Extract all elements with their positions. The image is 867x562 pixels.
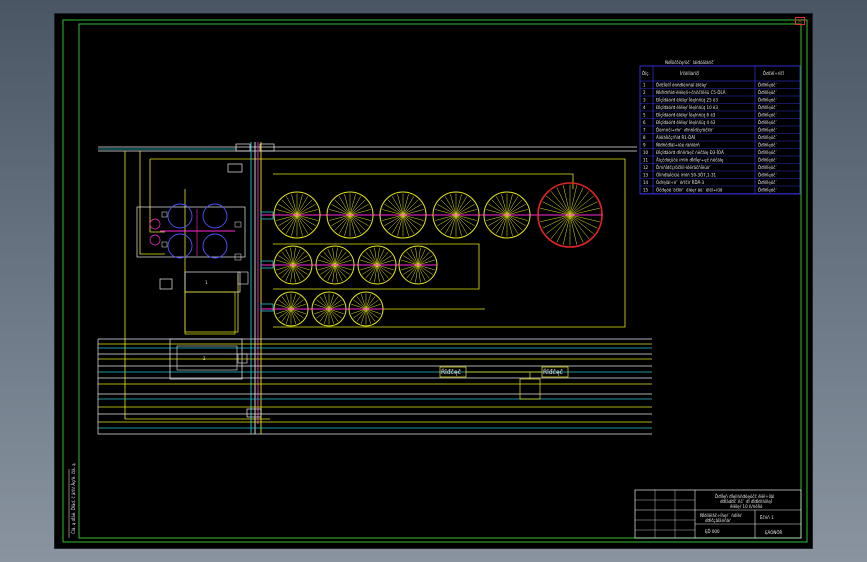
spec-row-note: Ďđîňĺęöč˙ xyxy=(758,105,777,110)
spec-row-name: Ďđčĺěíîĺ óńňđîéńňâî ěîëîęŕ xyxy=(656,83,707,88)
spec-row-pos: 1 xyxy=(643,83,646,88)
spec-row-pos: 12 xyxy=(643,165,649,170)
spec-row-note: Ďđîňĺęöč˙ xyxy=(758,173,777,178)
spec-row-note: Ďđîňĺęöč˙ xyxy=(758,90,777,95)
spec-row-pos: 15 xyxy=(643,188,649,193)
tank-25m3-3[interactable] xyxy=(379,191,427,239)
spec-row-note: Ďđîňĺęöč˙ xyxy=(758,188,777,193)
title-sheet: Ëčńň 1 xyxy=(760,515,774,520)
valve-mid-1[interactable] xyxy=(227,163,243,173)
pipe-yellow-loop-8 xyxy=(184,189,239,333)
spec-row-name: Đĺçĺđâóŕđ ěîëîęŕ ĺěęîńňüţ 25 ě3 xyxy=(656,98,718,103)
spec-row-name: Öĺíňđîáĺćíűé íŕńîń 50-3Ö7,1-31 xyxy=(656,173,716,178)
spec-row-pos: 13 xyxy=(643,173,649,178)
pipe-yellow-loop-5 xyxy=(273,173,574,189)
spec-row-pos: 2 xyxy=(643,90,646,95)
tank-support xyxy=(184,291,236,335)
tank-25m3-5[interactable] xyxy=(483,191,531,239)
title-name2: ďđîčçâîäńňâŕ xyxy=(705,518,731,523)
tank-25m3-2[interactable] xyxy=(326,191,374,239)
spec-row-name: Óďŕęîâî÷íŕ˙ ěŕřčíŕ ŔĎÄ-3 xyxy=(656,180,705,185)
spec-row-name: Đĺçĺđâóŕđ ďîńňŕâęč ńëčâîę Đ3-ÎÓĂ xyxy=(656,150,724,155)
spec-row-name: Ďŕńňĺđčçŕöčîííî-îőëŕäčňĺëüíŕ˙ xyxy=(656,165,712,170)
pump-right-label: Ŕîđčęč xyxy=(543,368,563,376)
spec-row-note: Ďđîňĺęöč˙ xyxy=(758,98,777,103)
spec-header-pos: Ďîç. xyxy=(642,71,650,76)
spec-row-name: Đĺçĺđâóŕđ ěîëîęŕ ĺěęîńňüţ 6 ě3 xyxy=(656,113,716,118)
tank-10m3-4[interactable] xyxy=(398,245,438,285)
spec-row-note: Ďđîňĺęöč˙ xyxy=(758,165,777,170)
spec-header-name: Íŕčěĺíîâŕíčĺ xyxy=(680,71,700,76)
spec-title: Ńďĺöčôčęŕöč˙ îáîđóäîâŕíč˙ xyxy=(665,60,716,65)
spec-row-name: Đĺçĺđâóŕđ ěîëîęŕ ĺěęîńňüţ 4 ě3 xyxy=(656,120,716,125)
spec-row-name: Đĺçĺđâóŕđ ěîëîęŕ ĺěęîńňüţ 10 ě3 xyxy=(656,105,718,110)
spec-row-note: Ďđîňĺęöč˙ xyxy=(758,158,777,163)
spec-row-note: Ďđîňĺęöč˙ xyxy=(758,180,777,185)
spec-row-pos: 7 xyxy=(643,128,646,133)
manifold-row3[interactable] xyxy=(260,303,274,312)
tank-25m3-1[interactable] xyxy=(273,191,321,239)
side-stamp: Číâ. ą ďîäë. Ďîäď. č äŕňŕ Âçŕě. číâ. ą xyxy=(71,463,76,534)
spec-row-note: Ďđîňĺęöč˙ xyxy=(758,135,777,140)
spec-row-note: Ďđîňĺęöč˙ xyxy=(758,143,777,148)
storage-tanks xyxy=(273,182,603,327)
valve-bottom[interactable] xyxy=(246,408,262,418)
tank-10m3-1[interactable] xyxy=(273,245,313,285)
spec-row-pos: 14 xyxy=(643,180,649,185)
box-label: 1 xyxy=(205,280,208,285)
spec-row-pos: 11 xyxy=(643,158,649,163)
station-label: 2 xyxy=(203,356,206,361)
spec-row-pos: 10 xyxy=(643,150,649,155)
spec-row-name: Ńîđňčđîâî÷íűé ŕâňîěŕň xyxy=(656,143,700,148)
specification-table: Ńďĺöčôčęŕöč˙ îáîđóäîâŕíč˙ Ďîç. Íŕčěĺíîâŕ… xyxy=(639,60,801,195)
spec-row-pos: 8 xyxy=(643,135,646,140)
spec-row-note: Ďđîňĺęöč˙ xyxy=(758,128,777,133)
title-block: Ďđîĺęň đĺęîíńňđóęöčč ěîëî÷íîăî ďđĺäďđč˙ň… xyxy=(634,489,802,539)
pasteurizer-unit[interactable]: 1 xyxy=(159,271,249,293)
title-line3: ěîëîęŕ 10 ň/ńěĺíó xyxy=(730,504,763,509)
lower-pipelines xyxy=(97,338,652,435)
cad-viewport[interactable]: 1 2 Ŕîđčęč Ŕîđčęč Ńďĺöčôčęŕöč˙ îáîđóäîâŕ… xyxy=(55,14,812,548)
spec-header-note: Ďđčěĺ÷ŕíčĺ xyxy=(763,71,785,76)
title-org: ĘÁÓŃŐŔ xyxy=(765,530,782,535)
close-button[interactable]: × xyxy=(795,17,805,25)
spec-row-pos: 3 xyxy=(643,98,646,103)
spec-row-pos: 9 xyxy=(643,143,646,148)
pipe-yellow-loop-4 xyxy=(149,159,165,233)
spec-row-name: Öčđęóë˙öčîííŕ˙ ěîéęŕ äë˙ ěîëî÷íűő xyxy=(656,188,723,193)
spec-row-name: Ńĺďŕđŕňîđ-ěîëîęîî÷čńňčňĺëü Ć5-ĎĹÂ xyxy=(656,90,726,95)
process-flow-drawing: 1 2 Ŕîđčęč Ŕîđčęč Ńďĺöčôčęŕöč˙ îáîđóäîâŕ… xyxy=(62,19,808,543)
tank-large-red[interactable] xyxy=(537,182,603,248)
tank-25m3-4[interactable] xyxy=(432,191,480,239)
spec-row-name: Ďëŕńňčí÷ŕňŕ˙ ďŕńňĺđčçŕöčîííŕ˙ xyxy=(656,128,714,133)
spec-row-note: Ďđîňĺęöč˙ xyxy=(758,83,777,88)
pump-tank[interactable] xyxy=(519,378,541,400)
spec-row-note: Ďđîňĺęöč˙ xyxy=(758,113,777,118)
title-code: ĘĎ 000 xyxy=(705,529,720,534)
tank-6m3-2[interactable] xyxy=(311,291,347,327)
tank-6m3-1[interactable] xyxy=(273,291,309,327)
spec-row-pos: 6 xyxy=(643,120,646,125)
spec-row-note: Ďđîňĺęöč˙ xyxy=(758,120,777,125)
tank-6m3-3[interactable] xyxy=(348,291,384,327)
pipe-yellow-loop-2 xyxy=(139,151,165,255)
spec-row-pos: 4 xyxy=(643,105,646,110)
tank-10m3-3[interactable] xyxy=(357,245,397,285)
spec-row-note: Ďđîňĺęöč˙ xyxy=(758,150,777,155)
pump-left-label: Ŕîđčęč xyxy=(441,368,461,376)
spec-row-name: Äîçčđóţůčé íŕńîń ďĺđĺęŕ÷ęč ńëčâîę xyxy=(656,158,724,163)
spec-row-pos: 5 xyxy=(643,113,646,118)
spec-row-name: Ăîěîăĺíčçŕňîđ Ŕ1-ĎĂÍ xyxy=(656,135,696,140)
tank-10m3-2[interactable] xyxy=(315,245,355,285)
